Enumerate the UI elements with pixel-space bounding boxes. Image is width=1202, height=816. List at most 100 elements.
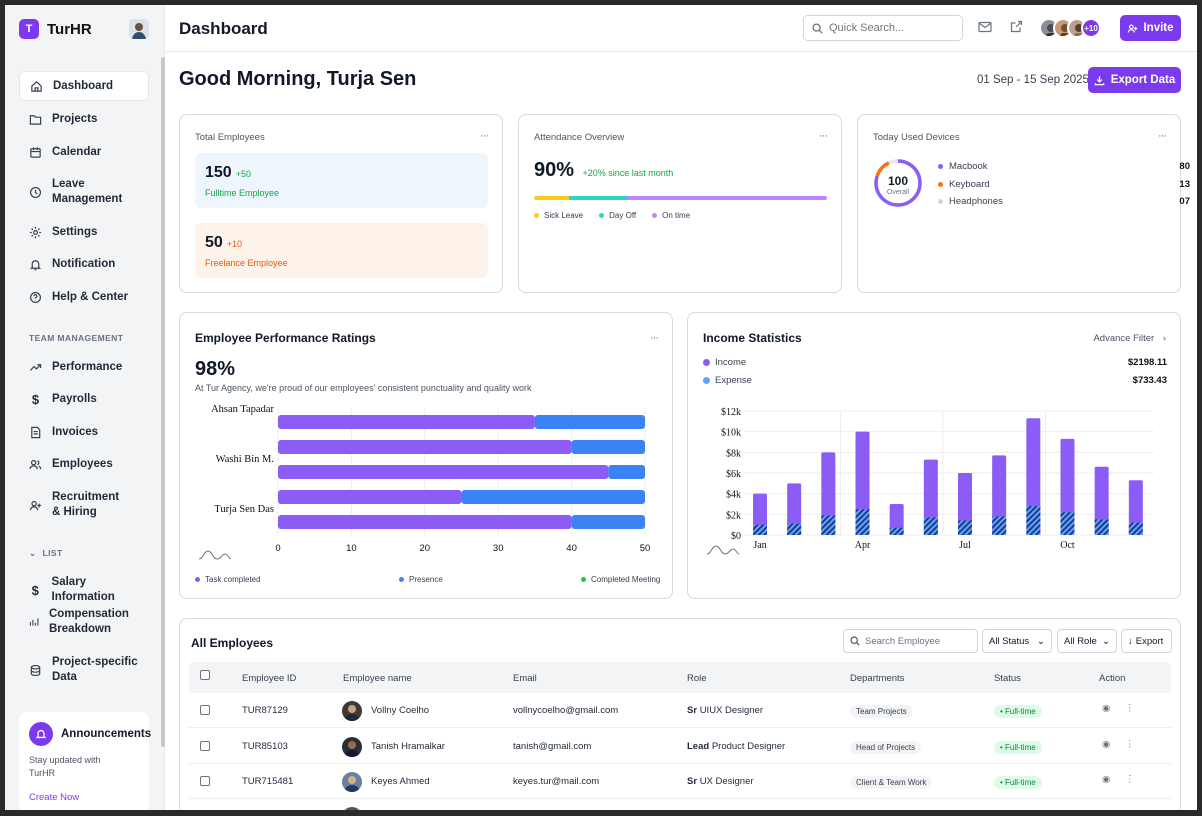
devices-card: Today Used Devices ··· 100 Overall Macbo… xyxy=(857,114,1190,293)
sparkline-icon xyxy=(198,550,232,560)
status-filter[interactable]: All Status ⌄ xyxy=(982,629,1052,653)
attendance-segment xyxy=(534,196,570,200)
sidebar: T TurHR Dashboard Projects Calendar Leav… xyxy=(5,5,165,810)
table-row[interactable]: TUR715481 Keyes Ahmed keyes.tur@mail.com… xyxy=(189,764,1171,799)
section-team-management: TEAM MANAGEMENT xyxy=(29,333,124,343)
brand[interactable]: T TurHR xyxy=(19,19,92,39)
attendance-value: 90% xyxy=(534,159,575,181)
x-tick-label: 30 xyxy=(493,543,504,554)
attendance-segment xyxy=(569,196,628,200)
kebab-menu-icon[interactable]: ⋮ xyxy=(1125,703,1135,714)
export-data-button[interactable]: Export Data xyxy=(1088,67,1181,93)
date-range[interactable]: 01 Sep - 15 Sep 2025 xyxy=(977,74,1089,86)
sidebar-item-label: Salary Information xyxy=(51,576,115,603)
column-header[interactable]: Role xyxy=(687,673,707,684)
column-header[interactable]: Employee name xyxy=(343,673,412,684)
sidebar-item-employees[interactable]: Employees xyxy=(19,457,149,472)
chevron-down-icon: ⌄ xyxy=(1037,635,1045,647)
bar-presence xyxy=(608,465,645,479)
sidebar-item-notification[interactable]: Notification xyxy=(19,257,149,272)
eye-icon[interactable]: ◉ xyxy=(1102,774,1110,785)
attendance-progress-bar xyxy=(534,196,827,200)
legend-dot xyxy=(599,213,605,218)
advance-filter-link[interactable]: Advance Filter › xyxy=(1093,333,1166,344)
sidebar-item-projects[interactable]: Projects xyxy=(19,112,149,127)
sidebar-item-project-data[interactable]: Project-specific Data xyxy=(19,655,139,685)
sidebar-item-help[interactable]: Help & Center xyxy=(19,290,149,305)
employee-email[interactable]: keyes.tur@mail.com xyxy=(513,776,599,787)
kebab-menu-icon[interactable]: ⋮ xyxy=(1125,739,1135,750)
role-filter[interactable]: All Role ⌄ xyxy=(1057,629,1117,653)
sidebar-item-performance[interactable]: Performance xyxy=(19,360,149,375)
home-icon xyxy=(31,80,42,92)
team-avatars[interactable]: +10 xyxy=(1039,18,1101,38)
dollar-icon: $ xyxy=(31,392,40,407)
legend-label: On time xyxy=(662,211,691,220)
bar-expense xyxy=(1128,522,1143,535)
section-list[interactable]: ⌄ LIST xyxy=(29,548,63,559)
total-employees-card: Total Employees ··· 150 +50 Fulltime Empl… xyxy=(179,114,503,293)
quick-search[interactable] xyxy=(803,15,963,41)
sidebar-item-invoices[interactable]: Invoices xyxy=(19,425,149,440)
eye-icon[interactable]: ◉ xyxy=(1102,739,1110,750)
invoice-icon xyxy=(31,426,41,439)
column-header[interactable]: Departments xyxy=(850,673,904,684)
row-checkbox[interactable] xyxy=(200,741,210,751)
top-header: Dashboard +10 Invite xyxy=(165,5,1197,52)
sidebar-item-settings[interactable]: Settings xyxy=(19,225,149,240)
table-row[interactable]: TUR87129 Vollny Coelho vollnycoelho@gmai… xyxy=(189,693,1171,728)
sidebar-item-salary[interactable]: $ Salary Information xyxy=(19,575,149,605)
app-window: T TurHR Dashboard Projects Calendar Leav… xyxy=(5,5,1197,810)
legend-dot xyxy=(399,577,404,582)
external-link-icon[interactable] xyxy=(1010,20,1023,33)
legend-dot xyxy=(938,182,943,187)
select-all-checkbox[interactable] xyxy=(200,670,210,680)
legend-dot xyxy=(652,213,658,218)
employee-search-input[interactable]: Search Employee xyxy=(865,636,940,647)
kebab-menu-icon[interactable]: ⋮ xyxy=(1125,774,1135,785)
search-input[interactable] xyxy=(829,22,949,34)
bar-task-completed xyxy=(278,515,572,529)
eye-icon[interactable]: ◉ xyxy=(1102,703,1110,714)
bar-task-completed xyxy=(278,440,572,454)
sidebar-item-recruitment[interactable]: Recruitment & Hiring xyxy=(19,490,129,520)
freelance-delta: +10 xyxy=(226,239,243,249)
card-title: Today Used Devices xyxy=(873,132,960,143)
more-menu-icon[interactable]: ··· xyxy=(480,130,489,142)
x-tick-label: 0 xyxy=(275,543,280,554)
legend-on-time: On time xyxy=(652,211,690,220)
row-checkbox[interactable] xyxy=(200,705,210,715)
bar-icon xyxy=(29,618,39,626)
mail-icon[interactable] xyxy=(978,21,992,33)
bar-expense xyxy=(821,515,836,535)
employee-email[interactable]: tanish@gmail.com xyxy=(513,741,591,752)
create-now-link[interactable]: Create Now xyxy=(29,792,79,803)
employee-email[interactable]: vollnycoelho@gmail.com xyxy=(513,705,618,716)
column-header[interactable]: Email xyxy=(513,673,537,684)
user-avatar[interactable] xyxy=(129,19,149,39)
column-header[interactable]: Employee ID xyxy=(242,673,296,684)
more-menu-icon[interactable]: ··· xyxy=(1158,130,1167,142)
row-checkbox[interactable] xyxy=(200,776,210,786)
status-badge: • Full-time xyxy=(994,705,1042,718)
sidebar-item-label: Leave Management xyxy=(52,178,123,205)
table-export-button[interactable]: ↓ Export xyxy=(1121,629,1172,653)
column-header[interactable]: Status xyxy=(994,673,1021,684)
attendance-segment xyxy=(627,196,827,200)
sidebar-item-payrolls[interactable]: $ Payrolls xyxy=(19,392,149,407)
employee-id: TUR85103 xyxy=(242,741,288,752)
sidebar-item-compensation[interactable]: Compensation Breakdown xyxy=(19,607,144,637)
performance-subtitle: At Tur Agency, we're proud of our employ… xyxy=(195,383,532,393)
sidebar-item-calendar[interactable]: Calendar xyxy=(19,145,149,160)
download-icon xyxy=(1094,75,1104,85)
sidebar-item-label: Payrolls xyxy=(52,393,97,405)
table-row[interactable]: TUR85103 Tanish Hramalkar tanish@gmail.c… xyxy=(189,729,1171,764)
more-menu-icon[interactable]: ··· xyxy=(650,332,659,344)
sidebar-item-dashboard[interactable]: Dashboard xyxy=(19,71,149,101)
sidebar-item-label: Performance xyxy=(52,361,123,373)
invite-button[interactable]: Invite xyxy=(1120,15,1181,41)
sidebar-item-leave-management[interactable]: Leave Management xyxy=(19,177,129,207)
employee-search[interactable]: Search Employee xyxy=(843,629,978,653)
sidebar-scrollbar[interactable] xyxy=(161,57,165,747)
more-menu-icon[interactable]: ··· xyxy=(819,130,828,142)
